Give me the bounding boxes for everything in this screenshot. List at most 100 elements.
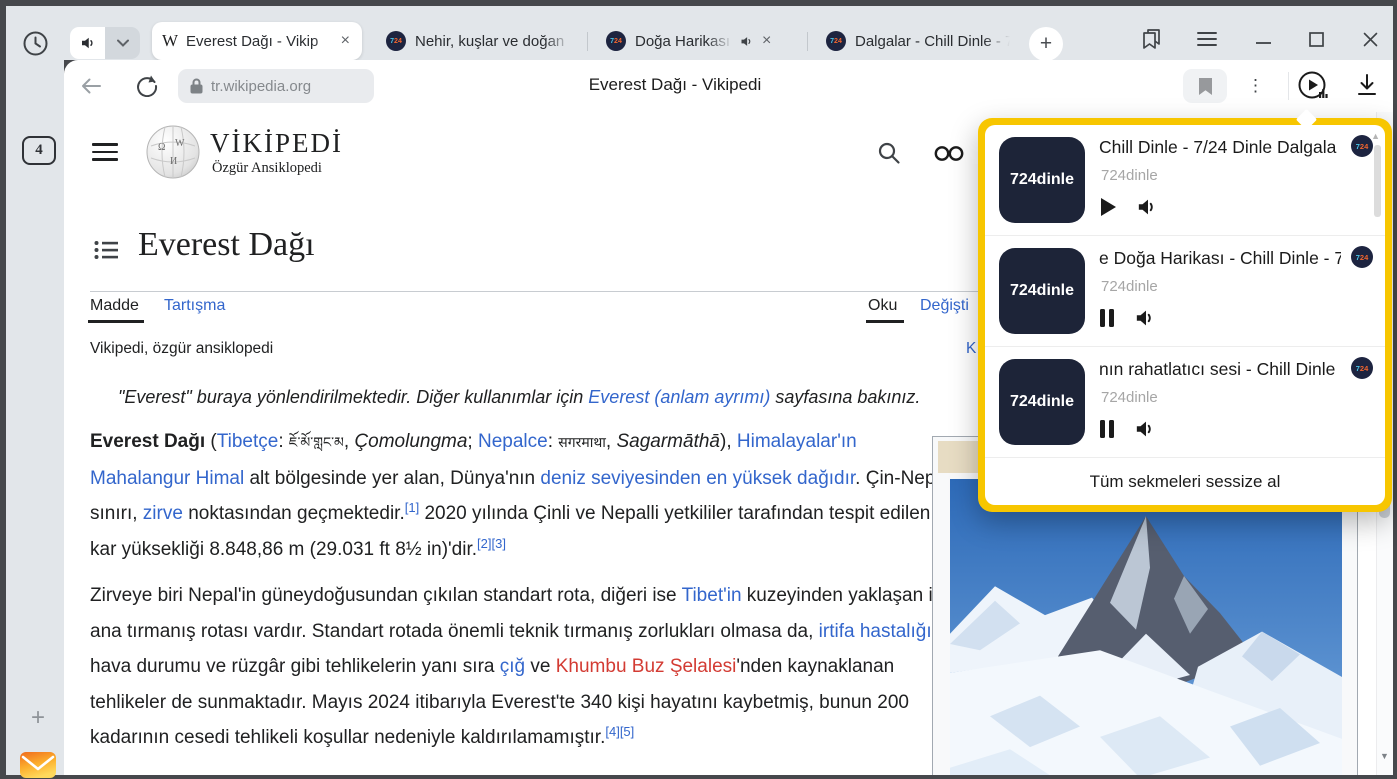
speaker-icon[interactable] [1135,308,1157,328]
lock-icon [190,78,203,94]
audio-title: e Doğa Harikası - Chill Dinle - 7 [1099,248,1341,272]
maximize-button[interactable] [1303,26,1329,52]
plus-icon: + [1040,32,1052,56]
close-window-button[interactable] [1357,26,1383,52]
left-sidebar: 4 + [6,60,64,775]
toolbar-separator [1288,72,1289,100]
svg-text:Ω: Ω [158,142,165,153]
724dinle-favicon: 724 [1351,135,1373,157]
back-arrow-icon [80,77,102,95]
new-tab-button[interactable]: + [1029,27,1063,61]
tab-separator [587,32,588,51]
glasses-icon [933,145,965,162]
wikipedia-globe-icon: Ω W И [145,124,201,180]
close-icon [1363,32,1378,47]
minimize-icon [1256,41,1271,45]
mute-dropdown-button[interactable] [105,27,140,59]
everest-photo[interactable] [950,479,1342,775]
speaker-icon[interactable] [1135,419,1157,439]
minimize-button[interactable] [1250,30,1276,56]
wiki-tab-read[interactable]: Oku [868,297,897,315]
browser-menu-button[interactable] [1194,26,1220,52]
scroll-down-icon[interactable]: ▼ [1380,752,1390,760]
clock-icon [22,30,49,57]
reload-icon [136,74,158,97]
paragraph-1: Everest Dağı (Tibetçe: ཇོ་མོ་གླང་མ, Çomo… [90,424,956,567]
tab-doga-harikasi[interactable]: 724 Doğa Harikası - C × [598,22,804,60]
site-subtitle: Vikipedi, özgür ansiklopedi [90,340,273,358]
pause-icon[interactable] [1099,419,1115,439]
audio-thumbnail: 724dinle [999,359,1085,445]
back-button[interactable] [78,74,104,98]
site-identity-chip[interactable]: tr.wikipedia.org [178,69,374,103]
toc-button[interactable] [94,240,118,265]
browser-window: W Everest Dağı - Vikip × 724 Nehir, kuşl… [0,0,1397,779]
plus-icon: + [31,704,45,732]
wiki-main-menu-button[interactable] [92,143,118,161]
svg-text:W: W [175,138,185,149]
downloads-button[interactable] [1354,72,1380,98]
wikipedia-logo[interactable]: Ω W И [145,124,201,185]
mute-all-tabs-button[interactable]: Tüm sekmeleri sessize al [985,458,1385,505]
mail-button[interactable] [19,750,57,779]
omnibox-page-title[interactable]: Everest Dağı - Vikipedi [440,75,910,95]
tab-audible-speaker-icon[interactable] [739,34,754,49]
maximize-icon [1309,32,1324,47]
history-clock-button[interactable] [22,30,49,62]
tab-audio-split-button[interactable] [70,27,140,59]
sidebar-add-button[interactable]: + [24,705,52,731]
tab-nehir[interactable]: 724 Nehir, kuşlar ve doğan [376,22,581,60]
tab-everest[interactable]: W Everest Dağı - Vikip × [152,22,362,60]
audio-tab-row[interactable]: 724dinle nın rahatlatıcı sesi - Chill Di… [985,347,1385,458]
wiki-appearance-button[interactable] [932,144,966,162]
wiki-tab-talk[interactable]: Tartışma [164,297,225,315]
bookmark-button[interactable] [1183,69,1227,103]
svg-text:И: И [170,156,177,167]
truncated-link[interactable]: K [966,340,976,358]
wiki-search-button[interactable] [876,140,902,166]
popup-scrollbar-thumb[interactable] [1374,145,1381,217]
article-title: Everest Dağı [138,226,315,264]
play-icon[interactable] [1099,197,1117,217]
reload-button[interactable] [134,72,160,98]
wiki-tagline: Özgür Ansiklopedi [212,160,322,177]
hatnote: "Everest" buraya yönlendirilmektedir. Di… [118,382,998,412]
chevron-down-icon [117,39,129,47]
tab-label: Everest Dağı - Vikip [186,33,339,50]
724dinle-favicon: 724 [606,31,626,51]
tab-dalgalar[interactable]: 724 Dalgalar - Chill Dinle - 7 [818,22,1018,60]
url-text: tr.wikipedia.org [211,78,311,95]
audio-site-name: 724dinle [1101,389,1158,406]
audio-tab-row[interactable]: 724dinle Chill Dinle - 7/24 Dinle Dalgal… [985,125,1385,236]
audio-site-name: 724dinle [1101,278,1158,295]
mute-tab-button[interactable] [70,27,105,59]
audio-thumbnail: 724dinle [999,137,1085,223]
tab-counter-button[interactable]: 4 [22,136,56,165]
media-player-button[interactable] [1296,69,1330,103]
play-media-icon [1297,70,1329,102]
omnibox-menu-button[interactable]: ⋮ [1244,72,1268,100]
close-tab-icon[interactable]: × [760,33,773,49]
kebab-icon: ⋮ [1247,76,1265,96]
download-icon [1357,74,1377,96]
wiki-tab-edit[interactable]: Değişti [920,297,969,315]
tab-strip: W Everest Dağı - Vikip × 724 Nehir, kuşl… [6,6,1393,60]
wiki-tab-article[interactable]: Madde [90,297,139,315]
tab-label: Doğa Harikası - C [635,33,733,50]
wiki-wordmark[interactable]: VİKİPEDİ [210,128,343,159]
hamburger-icon [1197,31,1217,47]
mail-envelope-icon [19,750,57,779]
audio-tab-row[interactable]: 724dinle e Doğa Harikası - Chill Dinle -… [985,236,1385,347]
tab-label: Nehir, kuşlar ve doğan [415,33,571,50]
paragraph-2: Zirveye biri Nepal'in güneydoğusundan çı… [90,578,956,756]
tab-label: Dalgalar - Chill Dinle - 7 [855,33,1010,50]
close-tab-icon[interactable]: × [339,33,352,49]
bookmark-flag-icon [1198,77,1213,96]
speaker-icon[interactable] [1137,197,1159,217]
tab-groups-button[interactable] [1139,26,1165,52]
audio-title: Chill Dinle - 7/24 Dinle Dalgala [1099,137,1341,161]
search-icon [877,141,901,165]
popup-scroll-up-icon[interactable]: ▲ [1371,131,1380,141]
audio-title: nın rahatlatıcı sesi - Chill Dinle [1099,359,1341,383]
pause-icon[interactable] [1099,308,1115,328]
